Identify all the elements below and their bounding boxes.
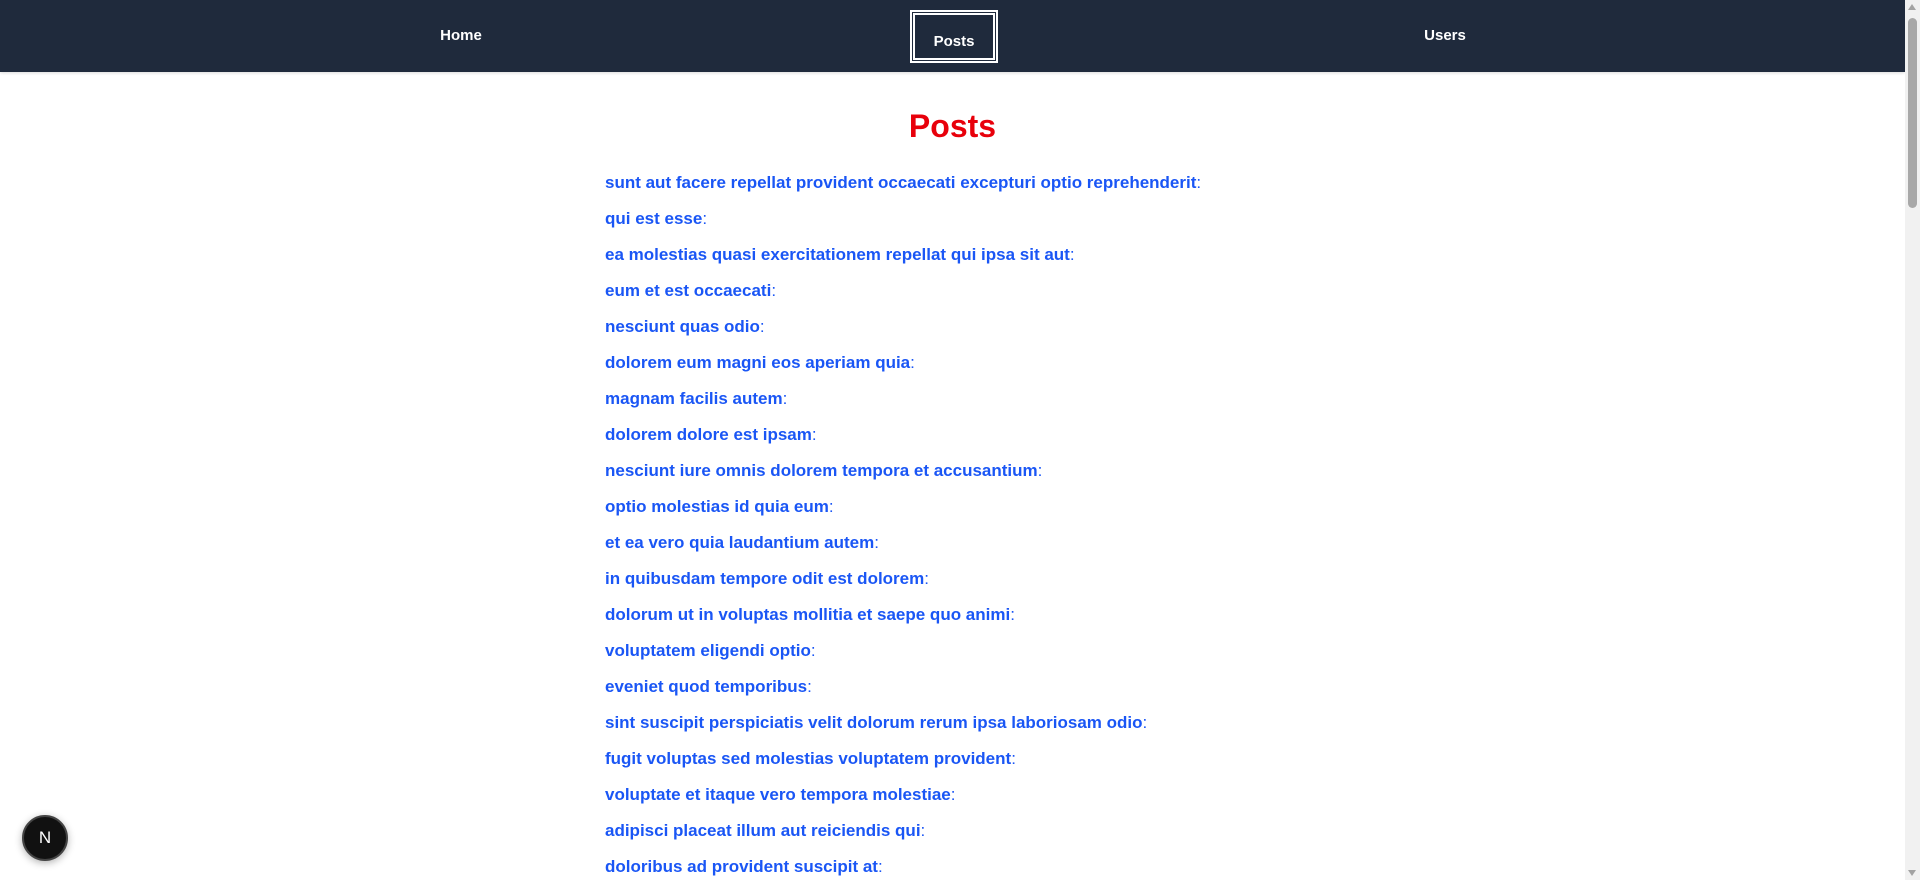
post-title-link[interactable]: eum et est occaecati: [605, 281, 771, 300]
post-title-link[interactable]: optio molestias id quia eum: [605, 497, 829, 516]
separator: :: [828, 497, 834, 516]
post-title-link[interactable]: eveniet quod temporibus: [605, 677, 807, 696]
separator: :: [910, 353, 915, 372]
page-title: Posts: [908, 108, 997, 144]
post-list-item: doloribus ad provident suscipit at:: [605, 852, 1201, 888]
separator: :: [1037, 461, 1043, 480]
post-title-link[interactable]: fugit voluptas sed molestias voluptatem …: [605, 749, 1011, 768]
scrollbar[interactable]: [1905, 0, 1920, 880]
separator: :: [924, 569, 929, 588]
separator: :: [1010, 605, 1015, 624]
post-title-link[interactable]: et ea vero quia laudantium autem: [605, 533, 874, 552]
post-title-link[interactable]: sint suscipit perspiciatis velit dolorum…: [605, 713, 1143, 732]
post-title-link[interactable]: in quibusdam tempore odit est dolorem: [605, 569, 924, 588]
nav-users[interactable]: Users: [1424, 0, 1466, 72]
scrollbar-thumb[interactable]: [1908, 18, 1917, 208]
post-title-link[interactable]: nesciunt iure omnis dolorem tempora et a…: [605, 461, 1038, 480]
post-title-link[interactable]: dolorum ut in voluptas mollitia et saepe…: [605, 605, 1010, 624]
separator: :: [1069, 245, 1075, 264]
separator: :: [1011, 749, 1016, 768]
nav-home[interactable]: Home: [440, 0, 482, 72]
post-list-item: eum et est occaecati:: [605, 276, 1201, 312]
separator: :: [874, 533, 879, 552]
separator: :: [920, 821, 926, 840]
separator: :: [1196, 173, 1202, 192]
scroll-down-arrow-icon[interactable]: [1908, 870, 1916, 876]
post-list-item: ea molestias quasi exercitationem repell…: [605, 240, 1201, 276]
post-list-item: nesciunt iure omnis dolorem tempora et a…: [605, 456, 1201, 492]
post-title-link[interactable]: adipisci placeat illum aut reiciendis qu…: [605, 821, 921, 840]
scroll-up-arrow-icon[interactable]: [1908, 4, 1916, 10]
post-list-item: optio molestias id quia eum:: [605, 492, 1201, 528]
post-list-item: adipisci placeat illum aut reiciendis qu…: [605, 816, 1201, 852]
post-list-item: dolorem eum magni eos aperiam quia:: [605, 348, 1201, 384]
post-list-item: voluptatem eligendi optio:: [605, 636, 1201, 672]
post-title-link[interactable]: voluptate et itaque vero tempora molesti…: [605, 785, 951, 804]
post-list: sunt aut facere repellat provident occae…: [605, 168, 1201, 888]
post-list-item: magnam facilis autem:: [605, 384, 1201, 420]
post-list-item: eveniet quod temporibus:: [605, 672, 1201, 708]
separator: :: [877, 857, 883, 876]
post-title-link[interactable]: voluptatem eligendi optio: [605, 641, 811, 660]
post-list-item: qui est esse:: [605, 204, 1201, 240]
nav-posts[interactable]: Posts: [910, 10, 998, 63]
post-title-link[interactable]: dolorem eum magni eos aperiam quia: [605, 353, 910, 372]
nextjs-devtools-button[interactable]: N: [22, 815, 68, 861]
post-title-link[interactable]: ea molestias quasi exercitationem repell…: [605, 245, 1070, 264]
separator: :: [759, 317, 765, 336]
post-title-link[interactable]: qui est esse: [605, 209, 702, 228]
separator: :: [1142, 713, 1148, 732]
post-list-item: et ea vero quia laudantium autem:: [605, 528, 1201, 564]
separator: :: [771, 281, 777, 300]
post-title-link[interactable]: nesciunt quas odio: [605, 317, 760, 336]
post-list-item: sunt aut facere repellat provident occae…: [605, 168, 1201, 204]
post-list-item: sint suscipit perspiciatis velit dolorum…: [605, 708, 1201, 744]
post-title-link[interactable]: dolorem dolore est ipsam: [605, 425, 812, 444]
post-list-item: nesciunt quas odio:: [605, 312, 1201, 348]
post-title-link[interactable]: magnam facilis autem: [605, 389, 783, 408]
separator: :: [811, 425, 817, 444]
separator: :: [810, 641, 816, 660]
post-list-item: in quibusdam tempore odit est dolorem:: [605, 564, 1201, 600]
post-list-item: fugit voluptas sed molestias voluptatem …: [605, 744, 1201, 780]
post-title-link[interactable]: doloribus ad provident suscipit at: [605, 857, 878, 876]
top-nav: Home Posts Users: [0, 0, 1905, 72]
separator: :: [950, 785, 956, 804]
separator: :: [807, 677, 812, 696]
post-list-item: voluptate et itaque vero tempora molesti…: [605, 780, 1201, 816]
separator: :: [782, 389, 788, 408]
separator: :: [702, 209, 708, 228]
post-list-item: dolorem dolore est ipsam:: [605, 420, 1201, 456]
post-list-item: dolorum ut in voluptas mollitia et saepe…: [605, 600, 1201, 636]
post-title-link[interactable]: sunt aut facere repellat provident occae…: [605, 173, 1196, 192]
